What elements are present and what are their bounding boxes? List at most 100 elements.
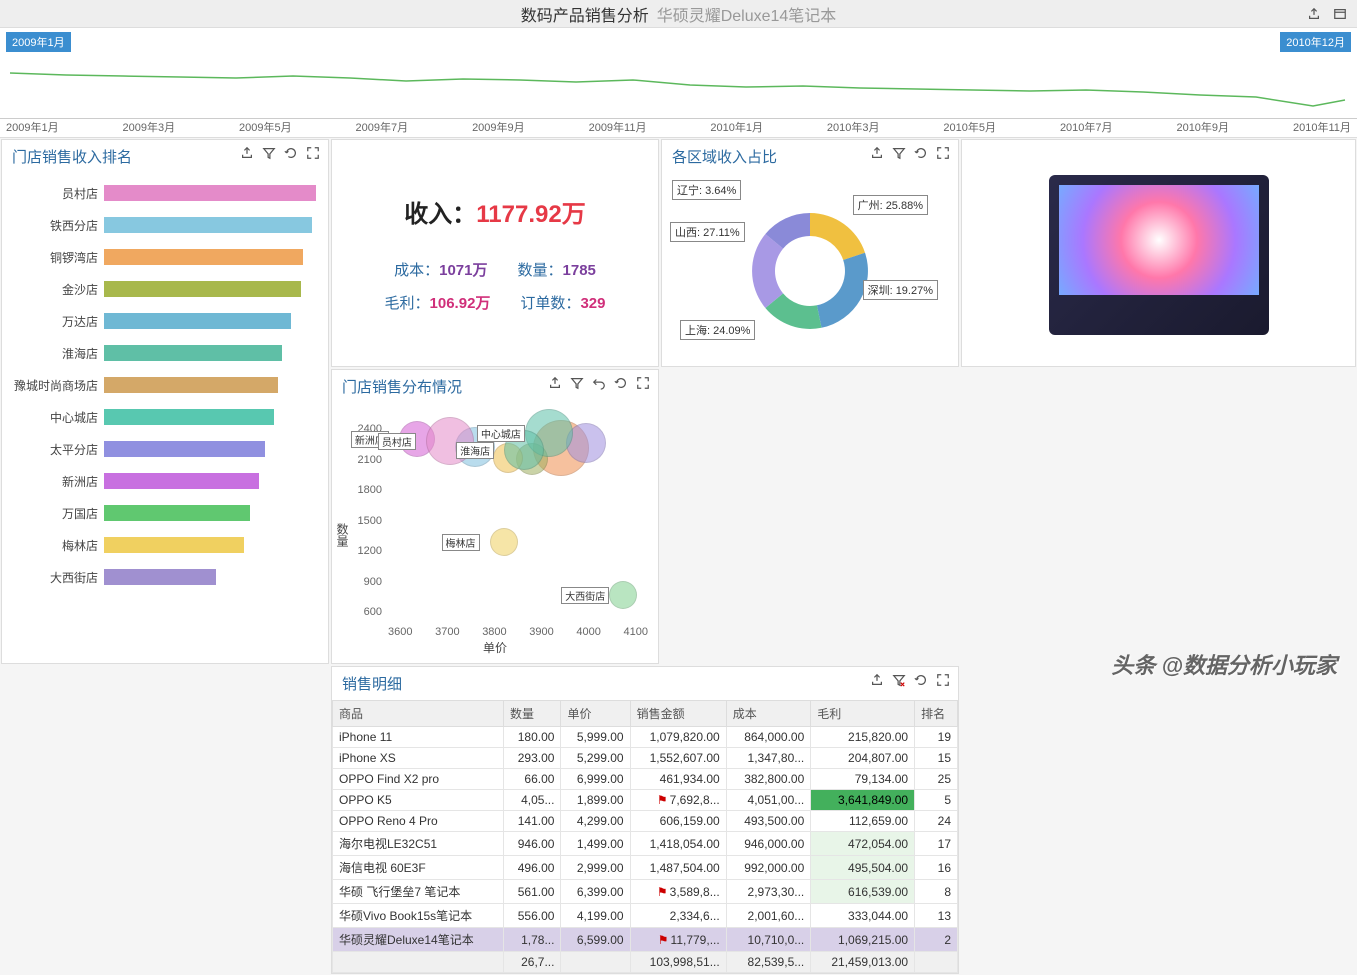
bar-label: 万达店 <box>14 313 104 330</box>
timeline-tick: 2010年5月 <box>943 119 996 135</box>
product-image <box>1049 175 1269 335</box>
ranking-bar-row[interactable]: 铜锣湾店 <box>14 245 316 269</box>
detail-panel: 销售明细 商品数量单价销售金额成本毛利排名 iPhone 11180.005,9… <box>331 666 959 974</box>
timeline-tick: 2009年7月 <box>356 119 409 135</box>
flag-icon: ⚑ <box>657 885 668 899</box>
table-header[interactable]: 成本 <box>726 701 811 727</box>
bar-label: 金沙店 <box>14 281 104 298</box>
timeline-tick: 2009年3月 <box>123 119 176 135</box>
bar-label: 万国店 <box>14 505 104 522</box>
expand-icon[interactable] <box>306 146 320 160</box>
table-header[interactable]: 单价 <box>561 701 630 727</box>
revenue-value: 1177.92万 <box>476 201 585 228</box>
bubble[interactable] <box>609 581 637 609</box>
export-icon[interactable] <box>548 376 562 390</box>
kpi-panel: 收入：1177.92万 成本：1071万 数量：1785 毛利：106.92万 … <box>331 139 659 367</box>
bubble-label: 梅林店 <box>442 534 480 551</box>
timeline-chart[interactable]: 2009年1月 2010年12月 2009年1月2009年3月2009年5月20… <box>0 28 1357 138</box>
filter-clear-icon[interactable] <box>892 673 906 687</box>
bar-label: 淮海店 <box>14 345 104 362</box>
table-header[interactable]: 商品 <box>333 701 504 727</box>
table-row[interactable]: OPPO Reno 4 Pro141.004,299.00606,159.004… <box>333 811 958 832</box>
bar-label: 铜锣湾店 <box>14 249 104 266</box>
filter-icon[interactable] <box>570 376 584 390</box>
orders-value: 329 <box>580 295 605 312</box>
page-subtitle: 华硕灵耀Deluxe14笔记本 <box>657 2 837 26</box>
table-row[interactable]: iPhone XS293.005,299.001,552,607.001,347… <box>333 748 958 769</box>
cost-label: 成本： <box>394 262 439 279</box>
timeline-tick: 2010年9月 <box>1176 119 1229 135</box>
expand-icon[interactable] <box>636 376 650 390</box>
filter-icon[interactable] <box>892 146 906 160</box>
refresh-icon[interactable] <box>914 146 928 160</box>
bar-label: 铁西分店 <box>14 217 104 234</box>
bar-label: 新洲店 <box>14 473 104 490</box>
ranking-bar-row[interactable]: 员村店 <box>14 181 316 205</box>
expand-icon[interactable] <box>936 146 950 160</box>
undo-icon[interactable] <box>592 376 606 390</box>
donut-label-shanxi: 山西: 27.11% <box>670 222 745 242</box>
bubble[interactable] <box>490 528 518 556</box>
filter-icon[interactable] <box>262 146 276 160</box>
ranking-bar-row[interactable]: 金沙店 <box>14 277 316 301</box>
table-row[interactable]: OPPO Find X2 pro66.006,999.00461,934.003… <box>333 769 958 790</box>
ranking-bar-row[interactable]: 万达店 <box>14 309 316 333</box>
table-header[interactable]: 数量 <box>503 701 561 727</box>
ranking-bar-row[interactable]: 万国店 <box>14 501 316 525</box>
bubble-label: 中心城店 <box>477 425 525 442</box>
profit-value: 106.92万 <box>430 295 491 312</box>
table-row[interactable]: 华硕Vivo Book15s笔记本556.004,199.002,334,6..… <box>333 904 958 928</box>
table-header[interactable]: 销售金额 <box>630 701 726 727</box>
table-header[interactable]: 排名 <box>915 701 958 727</box>
ranking-bar-row[interactable]: 铁西分店 <box>14 213 316 237</box>
table-row[interactable]: iPhone 11180.005,999.001,079,820.00864,0… <box>333 727 958 748</box>
ranking-bar-row[interactable]: 豫城时尚商场店 <box>14 373 316 397</box>
table-row[interactable]: OPPO K54,05...1,899.00⚑7,692,8...4,051,0… <box>333 790 958 811</box>
bar-label: 太平分店 <box>14 441 104 458</box>
export-icon[interactable] <box>1307 7 1321 21</box>
bar-label: 员村店 <box>14 185 104 202</box>
ranking-bar-row[interactable]: 太平分店 <box>14 437 316 461</box>
export-icon[interactable] <box>870 673 884 687</box>
scatter-ylabel: 数量 <box>334 523 351 547</box>
qty-value: 1785 <box>563 262 596 279</box>
table-row[interactable]: 海信电视 60E3F496.002,999.001,487,504.00992,… <box>333 856 958 880</box>
timeline-axis: 2009年1月2009年3月2009年5月2009年7月2009年9月2009年… <box>0 118 1357 135</box>
table-row[interactable]: 华硕灵耀Deluxe14笔记本1,78...6,599.00⚑11,779,..… <box>333 928 958 952</box>
donut-label-guangzhou: 广州: 25.88% <box>853 195 928 215</box>
donut-label-shenzhen: 深圳: 19.27% <box>863 280 938 300</box>
watermark-text: 头条 @数据分析小玩家 <box>1111 648 1337 680</box>
scatter-panel: 门店销售分布情况 24002100180015001200900600 3600… <box>331 369 659 664</box>
settings-icon[interactable] <box>1333 7 1347 21</box>
timeline-tick: 2009年9月 <box>472 119 525 135</box>
donut-panel: 各区域收入占比 辽宁: 3.64% 山西: 27.11% 上海: 24.09% … <box>661 139 959 367</box>
ranking-bar-row[interactable]: 梅林店 <box>14 533 316 557</box>
orders-label: 订单数： <box>520 295 580 312</box>
product-image-panel <box>961 139 1356 367</box>
timeline-tick: 2010年3月 <box>827 119 880 135</box>
ranking-bar-row[interactable]: 淮海店 <box>14 341 316 365</box>
header-bar: 数码产品销售分析 华硕灵耀Deluxe14笔记本 <box>0 0 1357 28</box>
table-row[interactable]: 海尔电视LE32C51946.001,499.001,418,054.00946… <box>333 832 958 856</box>
refresh-icon[interactable] <box>914 673 928 687</box>
export-icon[interactable] <box>240 146 254 160</box>
refresh-icon[interactable] <box>614 376 628 390</box>
detail-table[interactable]: 商品数量单价销售金额成本毛利排名 iPhone 11180.005,999.00… <box>332 700 958 973</box>
expand-icon[interactable] <box>936 673 950 687</box>
bubble-label: 淮海店 <box>456 442 494 459</box>
ranking-bar-chart[interactable]: 员村店铁西分店铜锣湾店金沙店万达店淮海店豫城时尚商场店中心城店太平分店新洲店万国… <box>2 173 328 605</box>
export-icon[interactable] <box>870 146 884 160</box>
scatter-chart[interactable]: 24002100180015001200900600 3600370038003… <box>332 403 658 658</box>
bar-label: 豫城时尚商场店 <box>14 377 104 394</box>
ranking-bar-row[interactable]: 大西街店 <box>14 565 316 589</box>
table-header[interactable]: 毛利 <box>811 701 915 727</box>
bubble-label: 员村店 <box>378 433 416 450</box>
refresh-icon[interactable] <box>284 146 298 160</box>
table-row[interactable]: 华硕 飞行堡垒7 笔记本561.006,399.00⚑3,589,8...2,9… <box>333 880 958 904</box>
bar-label: 中心城店 <box>14 409 104 426</box>
flag-icon: ⚑ <box>658 933 669 947</box>
qty-label: 数量： <box>518 262 563 279</box>
revenue-label: 收入： <box>404 201 476 228</box>
ranking-bar-row[interactable]: 新洲店 <box>14 469 316 493</box>
ranking-bar-row[interactable]: 中心城店 <box>14 405 316 429</box>
